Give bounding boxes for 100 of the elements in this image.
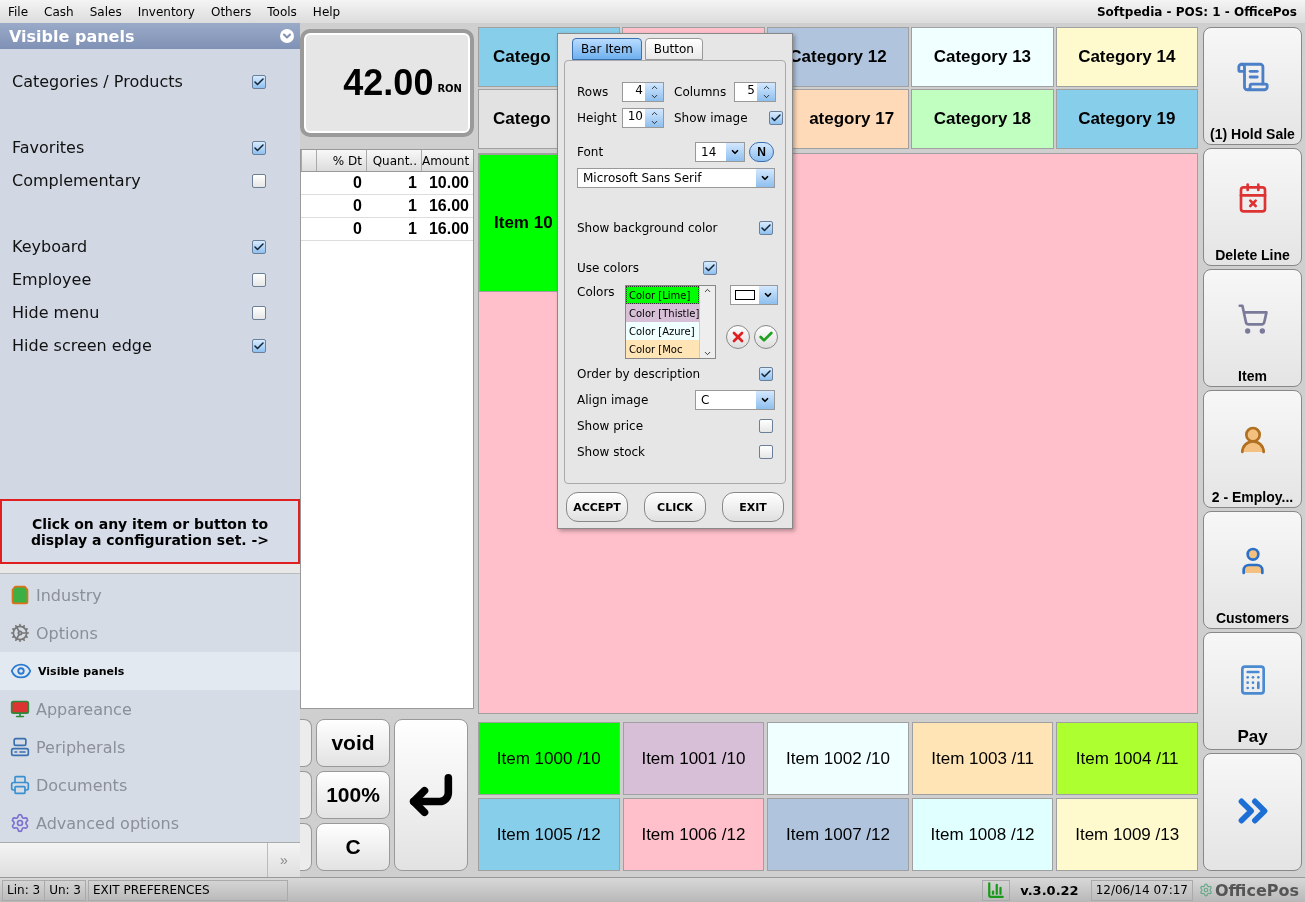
menu-item[interactable]: Cash bbox=[44, 4, 74, 19]
action-button[interactable]: 2 - Employ... bbox=[1203, 390, 1302, 508]
menu-item[interactable]: Tools bbox=[267, 4, 297, 19]
checkbox[interactable] bbox=[759, 367, 773, 381]
color-option[interactable]: Color [Thistle] bbox=[626, 304, 700, 322]
action-button[interactable]: (1) Hold Sale bbox=[1203, 27, 1302, 145]
item-tile[interactable]: Item 1002 /10 bbox=[767, 722, 909, 795]
caret-up-icon[interactable] bbox=[761, 83, 771, 92]
dialog-button[interactable]: ACCEPT bbox=[566, 492, 628, 522]
category-tile[interactable]: Category 19 bbox=[1055, 89, 1198, 149]
item-tile[interactable]: Item 1000 /10 bbox=[478, 722, 620, 795]
tab[interactable]: Button bbox=[644, 38, 703, 60]
splitter-handle[interactable] bbox=[0, 564, 300, 574]
checkbox[interactable] bbox=[252, 338, 266, 353]
color-option[interactable]: Color [Lime] bbox=[626, 286, 700, 304]
color-select[interactable] bbox=[730, 285, 779, 305]
table-cell-text: 16.00 bbox=[427, 219, 470, 239]
checkbox[interactable] bbox=[252, 173, 266, 188]
cart-icon bbox=[1236, 303, 1269, 335]
nav-item[interactable]: Visible panels bbox=[0, 652, 300, 690]
column-header: Quant.. bbox=[366, 150, 421, 171]
option-label: Hide screen edge bbox=[12, 336, 153, 355]
check-icon bbox=[758, 329, 775, 345]
table-cell-text: 0 bbox=[352, 173, 363, 193]
font-style-button[interactable]: N bbox=[749, 142, 774, 162]
action-button[interactable]: Delete Line bbox=[1203, 148, 1302, 266]
number-field[interactable]: 10 bbox=[622, 108, 664, 128]
caret-down-icon[interactable] bbox=[703, 349, 713, 358]
checkbox[interactable] bbox=[703, 261, 717, 275]
item-tile[interactable]: Item 1007 /12 bbox=[767, 798, 909, 871]
collapse-icon[interactable] bbox=[280, 29, 294, 43]
menu-item[interactable]: Sales bbox=[89, 4, 122, 19]
font-select[interactable]: Microsoft Sans Serif bbox=[577, 168, 775, 188]
caret-down-icon bbox=[760, 173, 770, 183]
table-cell-text: 16.00 bbox=[427, 196, 470, 216]
category-tile[interactable]: Category 18 bbox=[911, 89, 1054, 149]
checkbox[interactable] bbox=[252, 272, 266, 287]
scroll-icon bbox=[1235, 60, 1270, 94]
next-button[interactable] bbox=[1203, 753, 1302, 871]
version-label: v.3.0.22 bbox=[1019, 882, 1080, 898]
item-tile[interactable]: Item 1009 /13 bbox=[1056, 798, 1198, 871]
color-option[interactable]: Color [Moc bbox=[626, 340, 700, 358]
category-tile[interactable]: Category 14 bbox=[1055, 27, 1198, 87]
menu-item[interactable]: File bbox=[8, 4, 29, 19]
tab[interactable]: Bar Item bbox=[572, 38, 642, 60]
currency-label: RON bbox=[437, 82, 462, 94]
checkbox[interactable] bbox=[759, 445, 773, 459]
checkbox[interactable] bbox=[252, 74, 266, 89]
item-tile[interactable]: Item 1006 /12 bbox=[622, 798, 765, 871]
item-tile[interactable]: Item 1001 /10 bbox=[622, 722, 765, 795]
item-tile[interactable]: Item 1003 /11 bbox=[911, 722, 1054, 795]
action-button[interactable]: Pay bbox=[1203, 632, 1302, 750]
checkbox[interactable] bbox=[759, 419, 773, 433]
app-title: Softpedia - POS: 1 - OfficePos bbox=[1096, 4, 1297, 19]
caret-down-icon[interactable] bbox=[649, 92, 659, 101]
caret-up-icon[interactable] bbox=[649, 109, 659, 118]
caret-down-icon[interactable] bbox=[649, 118, 659, 127]
action-button[interactable]: Item bbox=[1203, 269, 1302, 387]
caret-down-icon[interactable] bbox=[761, 92, 771, 101]
category-tile[interactable]: Category 13 bbox=[911, 27, 1054, 87]
field-label: Show image bbox=[674, 111, 749, 125]
checkbox[interactable] bbox=[759, 221, 773, 235]
key-button[interactable]: C bbox=[316, 823, 390, 871]
enter-button[interactable] bbox=[394, 719, 468, 871]
option-label: Hide menu bbox=[12, 303, 101, 322]
item-tile[interactable]: Item 1004 /11 bbox=[1056, 722, 1198, 795]
signal-icon bbox=[987, 881, 1006, 899]
color-list[interactable]: Color [Lime] Color [Thistle] Color [Azure] Color [Moc bbox=[625, 285, 717, 359]
brand-name: OfficePos bbox=[1214, 880, 1299, 900]
caret-up-icon[interactable] bbox=[703, 286, 713, 295]
color-option[interactable]: Color [Azure] bbox=[626, 322, 700, 340]
number-field[interactable]: 4 bbox=[622, 82, 664, 102]
remove-button[interactable] bbox=[726, 325, 751, 349]
key-button[interactable]: void bbox=[316, 719, 390, 767]
checkbox[interactable] bbox=[769, 111, 783, 125]
column-header: Amount bbox=[421, 150, 474, 171]
item-tile[interactable]: Item 1008 /12 bbox=[911, 798, 1054, 871]
dialog-button[interactable]: EXIT bbox=[722, 492, 784, 522]
caret-down-icon bbox=[760, 395, 770, 405]
key-button[interactable]: 100% bbox=[316, 771, 390, 819]
menu-item[interactable]: Inventory bbox=[137, 4, 195, 19]
table-cell-text: 1 bbox=[407, 219, 418, 239]
caret-up-icon[interactable] bbox=[649, 83, 659, 92]
font-size-select[interactable]: 14 bbox=[695, 142, 745, 162]
number-field[interactable]: 5 bbox=[734, 82, 776, 102]
dialog-button[interactable]: CLICK bbox=[644, 492, 706, 522]
field-label: Height bbox=[577, 111, 618, 125]
table-cell-text: 0 bbox=[352, 196, 363, 216]
item-tile[interactable]: Item 1005 /12 bbox=[478, 798, 620, 871]
field-label: Columns bbox=[674, 85, 728, 99]
checkbox[interactable] bbox=[252, 239, 266, 254]
checkbox[interactable] bbox=[252, 140, 266, 155]
field-label: Show price bbox=[577, 419, 645, 433]
align-select[interactable]: C bbox=[695, 390, 775, 410]
option-label: Keyboard bbox=[12, 237, 89, 256]
confirm-button[interactable] bbox=[754, 325, 779, 349]
menu-item[interactable]: Help bbox=[312, 4, 341, 19]
checkbox[interactable] bbox=[252, 305, 266, 320]
action-button[interactable]: Customers bbox=[1203, 511, 1302, 629]
menu-item[interactable]: Others bbox=[210, 4, 252, 19]
